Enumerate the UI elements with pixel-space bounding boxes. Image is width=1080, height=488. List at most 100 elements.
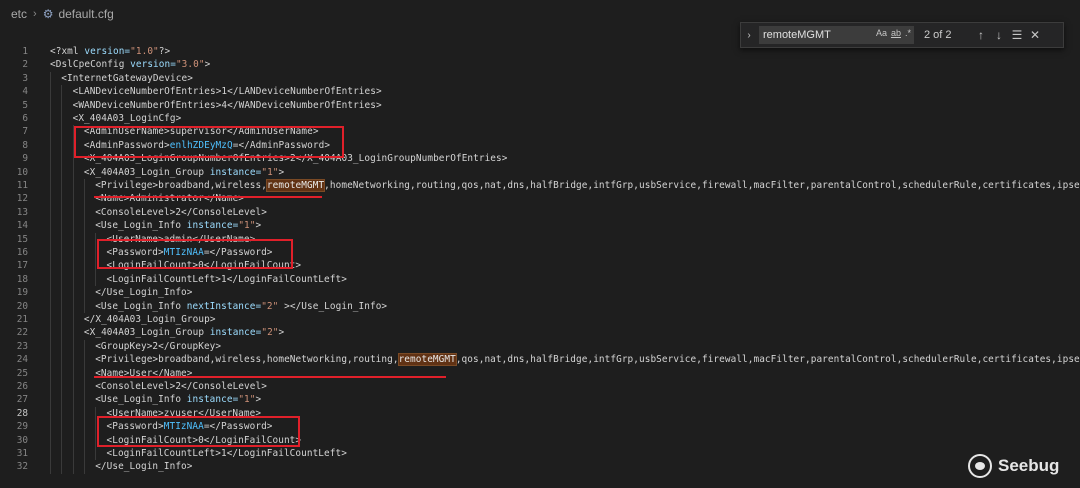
indent-guide [50,406,51,421]
indent-guide [61,192,63,206]
match-case-icon[interactable]: Aa [876,28,887,38]
line-number: 32 [16,461,28,473]
indent-guide [50,447,51,461]
indent-guide [83,339,85,354]
indent-guide [83,246,85,260]
indent-guide [50,98,51,112]
line-number: 21 [16,314,28,325]
whole-word-icon[interactable]: ab [891,28,901,38]
code-line[interactable]: 19 </Use_Login_Info> [0,286,1080,300]
indent-guide [61,326,63,340]
line-number: 20 [16,300,28,312]
indent-guide [50,299,51,313]
code-token: <LANDeviceNumberOfEntries>1</LANDeviceNu… [72,86,382,98]
line-number: 2 [22,59,28,71]
code-line[interactable]: 10 <X_404A03_Login_Group instance="1"> [0,165,1080,179]
code-token: "2" [261,300,279,312]
breadcrumb-folder[interactable]: etc [11,7,27,21]
arrow-down-icon[interactable]: ↓ [990,28,1008,42]
match-count: 2 of 2 [924,29,952,41]
code-line[interactable]: 6 <X_404A03_LoginCfg> [0,112,1080,126]
code-token: "1" [261,166,279,178]
line-number: 26 [16,381,28,392]
indent-guide [61,205,63,220]
code-text: <DslCpeConfig version="3.0"> [50,58,210,71]
code-token: <?xml [50,46,85,57]
code-text: </X_404A03_Login_Group> [84,313,216,326]
annotation-underline-privilege-2 [94,376,446,378]
code-line[interactable]: 32 </Use_Login_Info> [0,460,1080,474]
indent-guide [50,380,51,394]
toggle-replace-button[interactable]: › [741,30,757,41]
code-text: <X_404A03_Login_Group instance="1"> [84,166,284,179]
breadcrumb-file[interactable]: default.cfg [58,7,113,21]
code-line[interactable]: 27 <Use_Login_Info instance="1"> [0,393,1080,407]
indent-guide [83,447,85,461]
code-line[interactable]: 2 <DslCpeConfig version="3.0"> [0,58,1080,71]
code-token: <Privilege>broadband,wireless,homeNetwor… [95,354,399,366]
code-token: instance= [209,327,262,339]
line-number: 25 [16,367,28,379]
indent-guide [72,366,74,380]
annotation-underline-privilege-1 [94,196,322,198]
indent-guide [83,259,85,273]
arrow-up-icon[interactable]: ↑ [972,28,990,42]
code-line[interactable]: 12 <Name>Administrator</Name> [0,192,1080,206]
code-token: </X_404A03_Login_Group> [83,314,216,325]
find-in-selection-icon[interactable]: ☰ [1008,28,1026,42]
line-number: 13 [16,206,28,218]
code-line[interactable]: 24 <Privilege>broadband,wireless,homeNetw… [0,353,1080,367]
code-token: ></Use_Login_Info> [278,300,388,312]
line-number: 3 [22,72,28,84]
code-line[interactable]: 11 <Privilege>broadband,wireless,remoteMG… [0,179,1080,193]
indent-guide [72,246,74,260]
indent-guide [72,165,74,179]
watermark: Seebug [968,454,1059,478]
line-number: 18 [16,273,28,285]
indent-guide [61,112,63,126]
code-line[interactable]: 3 <InternetGatewayDevice> [0,71,1080,86]
code-text: </Use_Login_Info> [95,460,192,473]
code-text: <Use_Login_Info nextInstance="2" ></Use_… [95,300,387,313]
indent-guide [50,219,51,233]
indent-guide [72,192,74,206]
code-token: <X_404A03_Login_Group [83,327,210,339]
indent-guide [61,125,63,139]
regex-icon[interactable]: .* [905,28,911,38]
code-line[interactable]: 5 <WANDeviceNumberOfEntries>4</WANDeviceN… [0,98,1080,112]
find-input[interactable]: remoteMGMT Aa ab .* [759,26,914,44]
annotation-box-admin-user [97,239,293,269]
code-token: ,qos,nat,dns,halfBridge,intfGrp,usbServi… [455,354,1080,366]
code-line[interactable]: 31 <LoginFailCountLeft>1</LoginFailCountL… [0,447,1080,461]
code-token: "1.0" [130,46,159,57]
code-token: <X_404A03_Login_Group [83,166,210,178]
indent-guide [61,420,63,434]
line-number: 16 [16,247,28,258]
indent-guide [50,286,51,300]
code-line[interactable]: 14 <Use_Login_Info instance="1"> [0,219,1080,233]
code-token: <DslCpeConfig [50,59,131,71]
code-line[interactable]: 22 <X_404A03_Login_Group instance="2"> [0,326,1080,340]
code-line[interactable]: 21 </X_404A03_Login_Group> [0,313,1080,327]
code-line[interactable]: 20 <Use_Login_Info nextInstance="2" ></Us… [0,299,1080,313]
line-number: 30 [16,434,28,446]
indent-guide [61,272,63,287]
code-line[interactable]: 4 <LANDeviceNumberOfEntries>1</LANDeviceN… [0,85,1080,99]
code-token: </Use_Login_Info> [95,461,193,473]
code-text: <Use_Login_Info instance="1"> [95,393,261,406]
code-line[interactable]: 18 <LoginFailCountLeft>1</LoginFailCountL… [0,272,1080,287]
code-text: <LoginFailCountLeft>1</LoginFailCountLef… [107,447,347,460]
indent-guide [61,366,63,380]
code-text: <LoginFailCountLeft>1</LoginFailCountLef… [107,273,347,286]
code-line[interactable]: 13 <ConsoleLevel>2</ConsoleLevel> [0,205,1080,220]
line-number: 31 [16,448,28,459]
indent-guide [72,286,74,300]
close-icon[interactable]: ✕ [1026,28,1044,42]
line-number: 6 [22,113,28,124]
code-line[interactable]: 26 <ConsoleLevel>2</ConsoleLevel> [0,380,1080,394]
code-line[interactable]: 23 <GroupKey>2</GroupKey> [0,339,1080,354]
code-text: <ConsoleLevel>2</ConsoleLevel> [95,380,267,393]
indent-guide [72,433,74,447]
indent-guide [50,165,51,179]
code-token: version= [84,46,131,57]
